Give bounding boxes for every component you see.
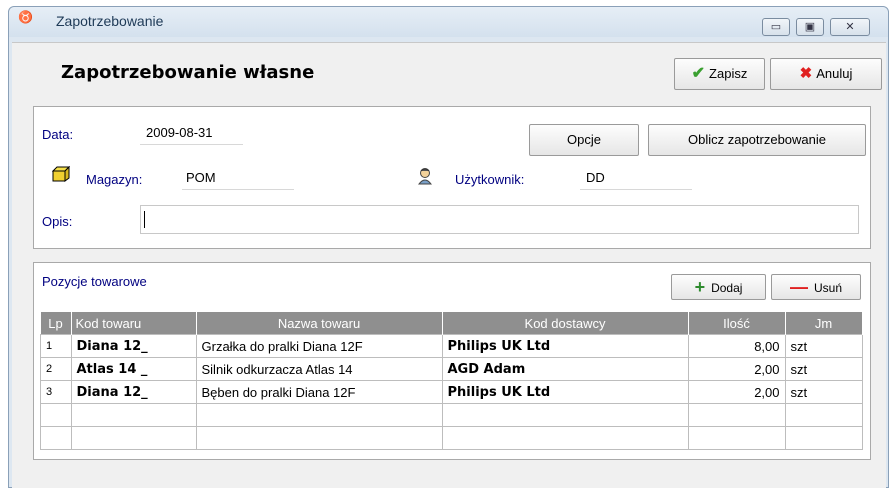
plus-icon: + [694, 277, 706, 297]
app-icon: ♉ [18, 10, 33, 24]
table-row[interactable]: 1 Diana 12_ Grzałka do pralki Diana 12F … [40, 334, 863, 358]
cell-quantity[interactable]: 2,00 [687, 380, 786, 404]
description-input[interactable] [140, 205, 859, 234]
cell-lp: 3 [40, 380, 72, 404]
minus-icon: — [789, 277, 808, 297]
empty-cell [784, 426, 863, 450]
column-header-quantity[interactable]: Ilość [688, 312, 786, 335]
column-header-lp[interactable]: Lp [40, 312, 72, 335]
table-header-row: Lp Kod towaru Nazwa towaru Kod dostawcy … [40, 312, 863, 335]
warehouse-field[interactable]: POM [182, 168, 294, 190]
cancel-button[interactable]: ✖ Anuluj [770, 58, 882, 90]
warehouse-box-icon [52, 166, 70, 182]
maximize-button[interactable]: ▣ [796, 18, 824, 36]
save-label: Zapisz [709, 66, 748, 81]
close-button[interactable]: ✕ [830, 18, 870, 36]
cell-code[interactable]: Diana 12_ [70, 334, 197, 358]
window-title: Zapotrzebowanie [56, 13, 164, 29]
text-cursor [144, 211, 145, 228]
add-item-button[interactable]: + Dodaj [671, 274, 766, 300]
check-icon: ✔ [691, 65, 706, 82]
data-label: Data: [42, 127, 74, 142]
empty-cell [40, 403, 72, 427]
cancel-label: Anuluj [816, 66, 853, 81]
column-header-code[interactable]: Kod towaru [71, 312, 197, 335]
items-section-title: Pozycje towarowe [42, 274, 147, 289]
empty-cell [195, 403, 443, 427]
table-row[interactable]: 2 Atlas 14 _ Silnik odkurzacza Atlas 14 … [40, 357, 863, 381]
add-label: Dodaj [711, 281, 743, 295]
data-field[interactable]: 2009-08-31 [140, 123, 243, 145]
table-row[interactable]: 3 Diana 12_ Bęben do pralki Diana 12F Ph… [40, 380, 863, 404]
empty-cell [687, 426, 786, 450]
cell-unit[interactable]: szt [784, 357, 863, 381]
cell-quantity[interactable]: 2,00 [687, 357, 786, 381]
cell-code[interactable]: Atlas 14 _ [70, 357, 197, 381]
cell-quantity[interactable]: 8,00 [687, 334, 786, 358]
cell-name[interactable]: Bęben do pralki Diana 12F [195, 380, 443, 404]
warehouse-label: Magazyn: [86, 172, 143, 187]
options-button[interactable]: Opcje [529, 124, 639, 156]
cell-supplier[interactable]: Philips UK Ltd [441, 334, 689, 358]
column-header-unit[interactable]: Jm [785, 312, 863, 335]
empty-cell [70, 403, 197, 427]
user-icon [417, 168, 433, 185]
cell-unit[interactable]: szt [784, 380, 863, 404]
page-title: Zapotrzebowanie własne [61, 62, 315, 83]
cell-lp: 2 [40, 357, 72, 381]
empty-cell [40, 426, 72, 450]
cell-supplier[interactable]: Philips UK Ltd [441, 380, 689, 404]
compute-demand-button[interactable]: Oblicz zapotrzebowanie [648, 124, 866, 156]
cell-name[interactable]: Silnik odkurzacza Atlas 14 [195, 357, 443, 381]
cell-name[interactable]: Grzałka do pralki Diana 12F [195, 334, 443, 358]
table-row-empty[interactable] [40, 426, 863, 450]
empty-cell [687, 403, 786, 427]
empty-cell [441, 403, 689, 427]
empty-cell [70, 426, 197, 450]
items-table[interactable]: Lp Kod towaru Nazwa towaru Kod dostawcy … [40, 312, 863, 450]
column-header-supplier[interactable]: Kod dostawcy [442, 312, 689, 335]
save-button[interactable]: ✔ Zapisz [674, 58, 765, 90]
empty-cell [784, 403, 863, 427]
cell-lp: 1 [40, 334, 72, 358]
user-label: Użytkownik: [455, 172, 525, 187]
cancel-x-icon: ✖ [799, 65, 813, 82]
remove-label: Usuń [813, 281, 842, 295]
minimize-button[interactable]: ▭ [762, 18, 790, 36]
description-label: Opis: [42, 214, 73, 229]
user-field[interactable]: DD [580, 168, 692, 190]
empty-cell [441, 426, 689, 450]
column-header-name[interactable]: Nazwa towaru [196, 312, 443, 335]
remove-item-button[interactable]: — Usuń [771, 274, 861, 300]
empty-cell [195, 426, 443, 450]
cell-unit[interactable]: szt [784, 334, 863, 358]
cell-supplier[interactable]: AGD Adam [441, 357, 689, 381]
table-row-empty[interactable] [40, 403, 863, 427]
cell-code[interactable]: Diana 12_ [70, 380, 197, 404]
